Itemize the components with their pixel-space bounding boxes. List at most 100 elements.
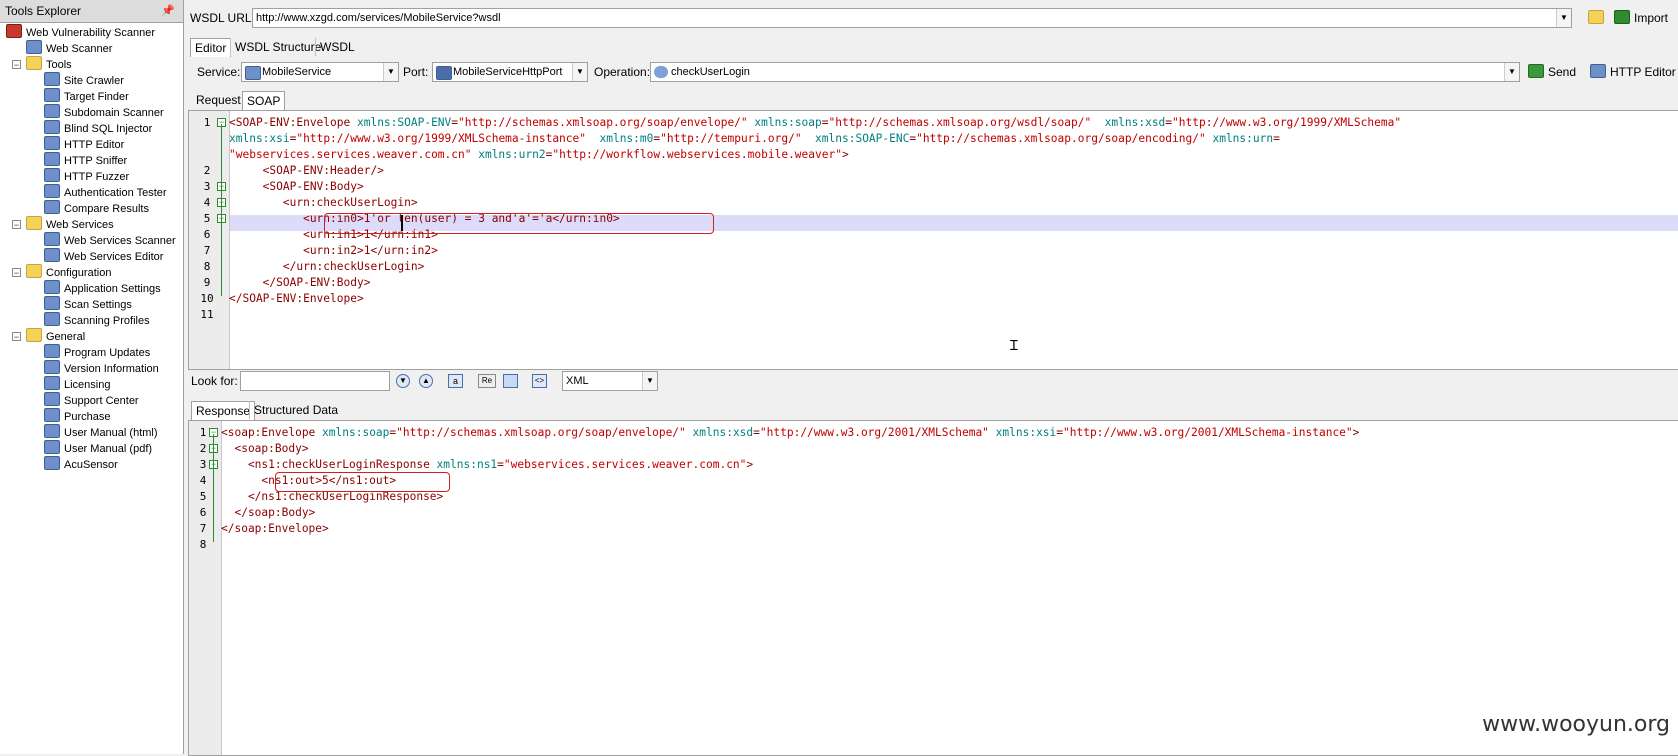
send-button[interactable]: Send bbox=[1528, 62, 1576, 82]
http-editor-icon bbox=[44, 136, 60, 150]
tree-item-licensing[interactable]: Licensing bbox=[44, 376, 110, 392]
code-token: <soap:Envelope bbox=[221, 426, 323, 439]
port-select[interactable]: MobileServiceHttpPort ▼ bbox=[432, 62, 588, 82]
collapse-toggle-icon[interactable]: − bbox=[12, 60, 21, 70]
code-token: "http://www.w3.org/2001/XMLSchema" bbox=[759, 426, 996, 439]
tree-item-http-editor[interactable]: HTTP Editor bbox=[44, 136, 124, 152]
tree-item-label: Authentication Tester bbox=[64, 187, 167, 199]
tab-wsdl-structure[interactable]: WSDL Structure bbox=[230, 38, 325, 56]
tree-item-blind-sql-injector[interactable]: Blind SQL Injector bbox=[44, 120, 152, 136]
code-token: xmlns:SOAP-ENC bbox=[815, 132, 910, 145]
tree-item-support-center[interactable]: Support Center bbox=[44, 392, 139, 408]
code-token: "http://www.w3.org/1999/XMLSchema" bbox=[1172, 116, 1402, 129]
folder-icon bbox=[26, 216, 42, 230]
wsdl-url-value: http://www.xzgd.com/services/MobileServi… bbox=[256, 12, 501, 24]
code-token: "http://schemas.xmlsoap.org/soap/envelop… bbox=[396, 426, 693, 439]
open-folder-button[interactable] bbox=[1588, 8, 1608, 28]
tree-item-label: User Manual (pdf) bbox=[64, 443, 153, 455]
code-token: "http://schemas.xmlsoap.org/soap/encodin… bbox=[916, 132, 1213, 145]
tree-item-web-services-scanner[interactable]: Web Services Scanner bbox=[44, 232, 176, 248]
chevron-down-icon[interactable]: ▼ bbox=[1504, 63, 1519, 81]
tree-item-web-scanner[interactable]: Web Scanner bbox=[26, 40, 112, 56]
tab-wsdl[interactable]: WSDL bbox=[315, 38, 359, 56]
tab-structured-data[interactable]: Structured Data bbox=[249, 401, 342, 419]
folder-icon bbox=[26, 328, 42, 342]
tree-item-label: Compare Results bbox=[64, 203, 149, 215]
pin-icon[interactable]: 📌 bbox=[161, 0, 175, 22]
collapse-toggle-icon[interactable]: − bbox=[12, 220, 21, 230]
chevron-down-icon[interactable]: ▼ bbox=[383, 63, 398, 81]
code-line: </SOAP-ENV:Envelope> bbox=[229, 291, 364, 307]
tree-item-web-vulnerability-scanner[interactable]: Web Vulnerability Scanner bbox=[6, 24, 155, 40]
tab-response[interactable]: Response bbox=[191, 401, 256, 420]
tree-item-subdomain-scanner[interactable]: Subdomain Scanner bbox=[44, 104, 164, 120]
tree-item-configuration[interactable]: Configuration bbox=[26, 264, 111, 280]
send-icon bbox=[1528, 64, 1544, 78]
operation-value: checkUserLogin bbox=[671, 66, 750, 78]
tree-item-web-services-editor[interactable]: Web Services Editor bbox=[44, 248, 163, 264]
match-case-icon[interactable]: a bbox=[448, 374, 463, 388]
regex-icon[interactable]: Re bbox=[478, 374, 496, 388]
service-label: Service: bbox=[197, 65, 241, 79]
chevron-down-icon[interactable]: ▼ bbox=[1556, 9, 1571, 27]
compare-icon bbox=[44, 200, 60, 214]
tree-item-general[interactable]: General bbox=[26, 328, 85, 344]
chevron-down-icon[interactable]: ▼ bbox=[572, 63, 587, 81]
find-next-icon[interactable]: ▼ bbox=[396, 374, 410, 388]
collapse-toggle-icon[interactable]: − bbox=[12, 268, 21, 278]
code-token: xmlns:SOAP-ENV bbox=[356, 116, 452, 129]
code-token: "http://www.w3.org/1999/XMLSchema-instan… bbox=[296, 132, 600, 145]
wsdl-url-input[interactable]: http://www.xzgd.com/services/MobileServi… bbox=[252, 8, 1572, 28]
tab-request[interactable]: Request bbox=[192, 91, 245, 109]
tree-item-web-services[interactable]: Web Services bbox=[26, 216, 114, 232]
tree-item-application-settings[interactable]: Application Settings bbox=[44, 280, 161, 296]
response-editor[interactable]: 1 <soap:Envelope xmlns:soap="http://schem… bbox=[188, 420, 1678, 756]
watermark: www.wooyun.org bbox=[1482, 712, 1670, 737]
look-for-input[interactable] bbox=[240, 371, 390, 391]
manual-icon bbox=[44, 440, 60, 454]
import-button[interactable]: Import bbox=[1614, 8, 1668, 28]
collapse-toggle-icon[interactable]: − bbox=[12, 332, 21, 342]
code-line: <soap:Envelope xmlns:soap = "http://schema… bbox=[221, 425, 1359, 441]
tools-explorer-panel: Tools Explorer 📌 Web Vulnerability Scann… bbox=[0, 0, 184, 754]
tree-item-authentication-tester[interactable]: Authentication Tester bbox=[44, 184, 167, 200]
code-token: <urn:in2>1</urn:in2> bbox=[229, 244, 438, 257]
code-view-icon[interactable]: <> bbox=[532, 374, 547, 388]
tab-soap[interactable]: SOAP bbox=[242, 91, 286, 110]
code-line: </urn:checkUserLogin> bbox=[229, 259, 424, 275]
tree-item-tools[interactable]: Tools bbox=[26, 56, 72, 72]
tree-item-user-manual-pdf[interactable]: User Manual (pdf) bbox=[44, 440, 152, 456]
request-editor[interactable]: 1 <SOAP-ENV:Envelope xmlns:SOAP-ENV="http… bbox=[188, 110, 1678, 370]
tree-item-label: Configuration bbox=[46, 267, 112, 279]
format-select[interactable]: XML ▼ bbox=[562, 371, 658, 391]
tree-item-label: User Manual (html) bbox=[64, 427, 158, 439]
tree-item-label: Scanning Profiles bbox=[64, 315, 150, 327]
tree-item-compare-results[interactable]: Compare Results bbox=[44, 200, 149, 216]
tree-item-scanning-profiles[interactable]: Scanning Profiles bbox=[44, 312, 150, 328]
tab-editor[interactable]: Editor bbox=[190, 38, 232, 57]
code-token: <soap:Body> bbox=[221, 442, 309, 455]
tree-item-purchase[interactable]: Purchase bbox=[44, 408, 110, 424]
tree-item-target-finder[interactable]: Target Finder bbox=[44, 88, 129, 104]
tree-item-scan-settings[interactable]: Scan Settings bbox=[44, 296, 132, 312]
code-token: > bbox=[1352, 426, 1360, 439]
tree-item-user-manual-html[interactable]: User Manual (html) bbox=[44, 424, 158, 440]
operation-select[interactable]: checkUserLogin ▼ bbox=[650, 62, 1520, 82]
tree-item-program-updates[interactable]: Program Updates bbox=[44, 344, 150, 360]
chevron-down-icon[interactable]: ▼ bbox=[642, 372, 657, 390]
tree-item-label: Web Vulnerability Scanner bbox=[26, 27, 156, 39]
find-previous-icon[interactable]: ▲ bbox=[419, 374, 433, 388]
tree-item-http-sniffer[interactable]: HTTP Sniffer bbox=[44, 152, 127, 168]
tree-item-acusensor[interactable]: AcuSensor bbox=[44, 456, 118, 472]
code-line: <SOAP-ENV:Envelope xmlns:SOAP-ENV="http:… bbox=[229, 115, 1401, 131]
tree-item-version-information[interactable]: Version Information bbox=[44, 360, 159, 376]
code-token: xmlns:urn bbox=[1212, 132, 1274, 145]
http-editor-button[interactable]: HTTP Editor bbox=[1590, 62, 1676, 82]
code-token: </SOAP-ENV:Envelope> bbox=[229, 292, 364, 305]
tree-item-site-crawler[interactable]: Site Crawler bbox=[44, 72, 124, 88]
tree-item-http-fuzzer[interactable]: HTTP Fuzzer bbox=[44, 168, 129, 184]
format-icon[interactable] bbox=[503, 374, 518, 388]
sniffer-icon bbox=[44, 152, 60, 166]
code-token: "http://workflow.webservices.mobile.weav… bbox=[552, 148, 842, 161]
service-select[interactable]: MobileService ▼ bbox=[241, 62, 399, 82]
